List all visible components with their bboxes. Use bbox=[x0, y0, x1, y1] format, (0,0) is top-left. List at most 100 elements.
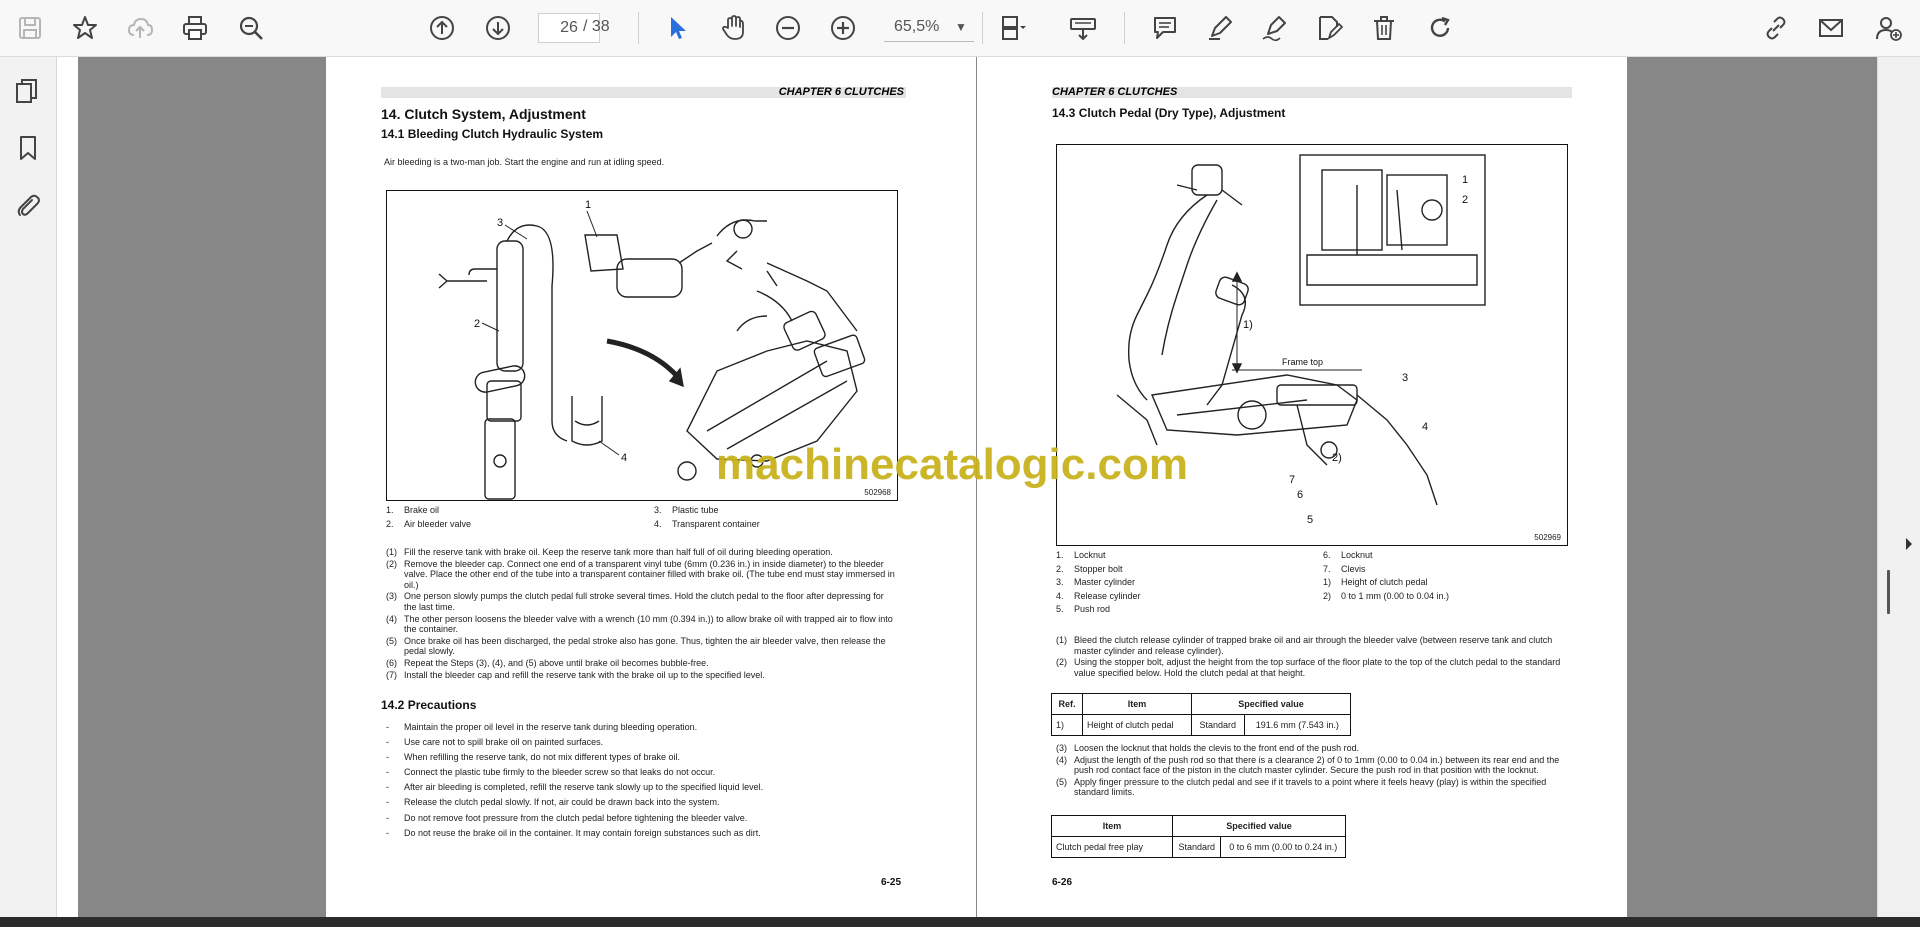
cloud-upload-icon[interactable] bbox=[122, 10, 158, 46]
page-total: / 38 bbox=[583, 18, 610, 35]
expand-right-panel-arrow-icon[interactable] bbox=[1904, 537, 1914, 551]
legend-item: 1. Brake oil bbox=[386, 505, 440, 515]
legend-item: 3. Master cylinder bbox=[1056, 577, 1136, 587]
page-number: 6-25 bbox=[881, 877, 902, 888]
zoom-search-icon[interactable] bbox=[233, 10, 269, 46]
redo-icon[interactable] bbox=[1422, 10, 1458, 46]
keyboard-scroll-icon[interactable] bbox=[1065, 10, 1101, 46]
page-thumbnails-icon[interactable] bbox=[12, 75, 44, 107]
table-header: Item bbox=[1082, 693, 1192, 715]
legend-item: 2. Air bleeder valve bbox=[386, 518, 472, 529]
toolbar-separator bbox=[638, 12, 639, 44]
attachments-paperclip-icon[interactable] bbox=[12, 190, 44, 222]
section-title: 14. Clutch System, Adjustment bbox=[381, 106, 586, 122]
callout-5: 5 bbox=[1307, 514, 1313, 526]
delete-trash-icon[interactable] bbox=[1366, 10, 1402, 46]
zoom-out-icon[interactable] bbox=[770, 10, 806, 46]
step-item: (7) Install the bleeder cap and refill th… bbox=[386, 669, 765, 680]
step-item: (3) One person slowly pumps the clutch pe… bbox=[386, 591, 884, 612]
table-cell: Standard bbox=[1191, 714, 1245, 736]
left-navigation-panel bbox=[0, 57, 57, 917]
precaution-item: - Use care not to spill brake oil on pain… bbox=[386, 737, 604, 748]
sign-pen-icon[interactable] bbox=[1256, 10, 1292, 46]
watermark-text: machinecatalogic.com bbox=[716, 440, 1188, 489]
legend-item: 1) Height of clutch pedal bbox=[1323, 577, 1428, 587]
legend-right: 6. Locknut 7. Clevis 1) Height of clutch pe… bbox=[1323, 549, 1563, 603]
callout-3: 3 bbox=[1402, 372, 1408, 384]
callout-7: 7 bbox=[1289, 474, 1295, 486]
edit-document-icon[interactable] bbox=[1311, 10, 1347, 46]
account-user-icon[interactable] bbox=[1870, 10, 1906, 46]
step-item: (6) Repeat the Steps (3), (4), and (5) ab… bbox=[386, 657, 709, 668]
precaution-item: - Do not reuse the brake oil in the conta… bbox=[386, 827, 761, 838]
step-item: (4) Adjust the length of the push rod so … bbox=[1056, 754, 1560, 776]
previous-page-icon[interactable] bbox=[424, 10, 460, 46]
callout-2: 2 bbox=[1462, 194, 1468, 206]
bookmarks-panel-icon[interactable] bbox=[12, 132, 44, 164]
step-item: (2) Remove the bleeder cap. Connect one e… bbox=[386, 558, 895, 590]
page-number: 6-26 bbox=[1052, 877, 1073, 888]
step-item: (5) Once brake oil has been discharged, t… bbox=[386, 635, 886, 657]
frame-top-label: Frame top bbox=[1282, 357, 1323, 367]
table-header: Specified value bbox=[1191, 693, 1351, 715]
hand-tool-icon[interactable] bbox=[715, 10, 751, 46]
vertical-scrollbar-thumb[interactable] bbox=[1887, 570, 1890, 614]
table-header: Specified value bbox=[1172, 815, 1346, 837]
next-page-icon[interactable] bbox=[480, 10, 516, 46]
legend-left: 1. Locknut 2. Stopper bolt 3. Master cylind… bbox=[1056, 549, 1276, 617]
subsection-title: 14.3 Clutch Pedal (Dry Type), Adjustment bbox=[1052, 106, 1286, 120]
callout-6: 6 bbox=[1297, 489, 1303, 501]
bookmark-star-icon[interactable] bbox=[67, 10, 103, 46]
table-cell: 0 to 6 mm (0.00 to 0.24 in.) bbox=[1220, 836, 1346, 858]
step-item: (3) Loosen the locknut that holds the cle… bbox=[1056, 743, 1360, 753]
table-cell: 191.6 mm (7.543 in.) bbox=[1243, 714, 1352, 736]
print-icon[interactable] bbox=[177, 10, 213, 46]
right-panel-rail bbox=[1877, 57, 1920, 917]
share-link-icon[interactable] bbox=[1758, 10, 1794, 46]
legend-item: 6. Locknut bbox=[1323, 550, 1373, 560]
subsection-title: 14.1 Bleeding Clutch Hydraulic System bbox=[381, 127, 604, 141]
precaution-item: - After air bleeding is completed, refill… bbox=[386, 782, 764, 793]
precaution-item: - When refilling the reserve tank, do not… bbox=[386, 752, 680, 763]
subsection-title: 14.2 Precautions bbox=[381, 698, 477, 712]
highlight-pen-icon[interactable] bbox=[1202, 10, 1238, 46]
page-layout-icon[interactable] bbox=[995, 10, 1031, 46]
precautions-list: - Maintain the proper oil level in the re… bbox=[386, 720, 898, 841]
legend-item: 3. Plastic tube bbox=[654, 505, 719, 515]
callout-4: 4 bbox=[1422, 421, 1428, 433]
table-header: Ref. bbox=[1051, 693, 1083, 715]
legend-item: 2. Stopper bolt bbox=[1056, 563, 1123, 574]
adjustment-steps-list: (1) Bleed the clutch release cylinder of … bbox=[1056, 635, 1568, 679]
bleeding-steps-list: (1) Fill the reserve tank with brake oil.… bbox=[386, 547, 898, 681]
callout-2: 2 bbox=[474, 318, 480, 330]
table-cell: Height of clutch pedal bbox=[1082, 714, 1192, 736]
bottom-edge-bar bbox=[0, 917, 1920, 927]
legend-item: 7. Clevis bbox=[1323, 563, 1366, 574]
email-envelope-icon[interactable] bbox=[1813, 10, 1849, 46]
select-cursor-icon[interactable] bbox=[659, 10, 695, 46]
step-item: (2) Using the stopper bolt, adjust the he… bbox=[1056, 657, 1561, 678]
figure-callouts: 1 2 3 4 5 6 7 1) 2) bbox=[1243, 174, 1468, 526]
step-item: (5) Apply finger pressure to the clutch p… bbox=[1056, 776, 1547, 798]
callout-3: 3 bbox=[497, 217, 503, 229]
chapter-header: CHAPTER 6 CLUTCHES bbox=[1052, 86, 1178, 98]
top-toolbar: 26 / 38 65,5% ▼ bbox=[0, 0, 1920, 57]
figure-id: 502969 bbox=[1534, 533, 1561, 542]
table-cell: Clutch pedal free play bbox=[1051, 836, 1173, 858]
adjustment-steps-list-continued: (3) Loosen the locknut that holds the cle… bbox=[1056, 743, 1568, 799]
precaution-item: - Maintain the proper oil level in the re… bbox=[386, 722, 698, 732]
precaution-item: - Do not remove foot pressure from the cl… bbox=[386, 812, 748, 823]
table-cell: 1) bbox=[1051, 714, 1083, 736]
legend-item: 5. Push rod bbox=[1056, 604, 1111, 614]
legend-item: 4. Transparent container bbox=[654, 518, 760, 529]
legend-left: 1. Brake oil 2. Air bleeder valve bbox=[386, 504, 586, 531]
legend-right: 3. Plastic tube 4. Transparent container bbox=[654, 504, 854, 531]
save-icon[interactable] bbox=[12, 10, 48, 46]
callout-1: 1 bbox=[1462, 174, 1468, 186]
chapter-header: CHAPTER 6 CLUTCHES bbox=[778, 86, 904, 98]
legend-item: 1. Locknut bbox=[1056, 550, 1106, 560]
zoom-in-icon[interactable] bbox=[825, 10, 861, 46]
zoom-dropdown-caret-icon[interactable]: ▼ bbox=[955, 20, 967, 34]
comment-icon[interactable] bbox=[1147, 10, 1183, 46]
table-row: Clutch pedal free play Standard 0 to 6 m… bbox=[1051, 836, 1346, 858]
